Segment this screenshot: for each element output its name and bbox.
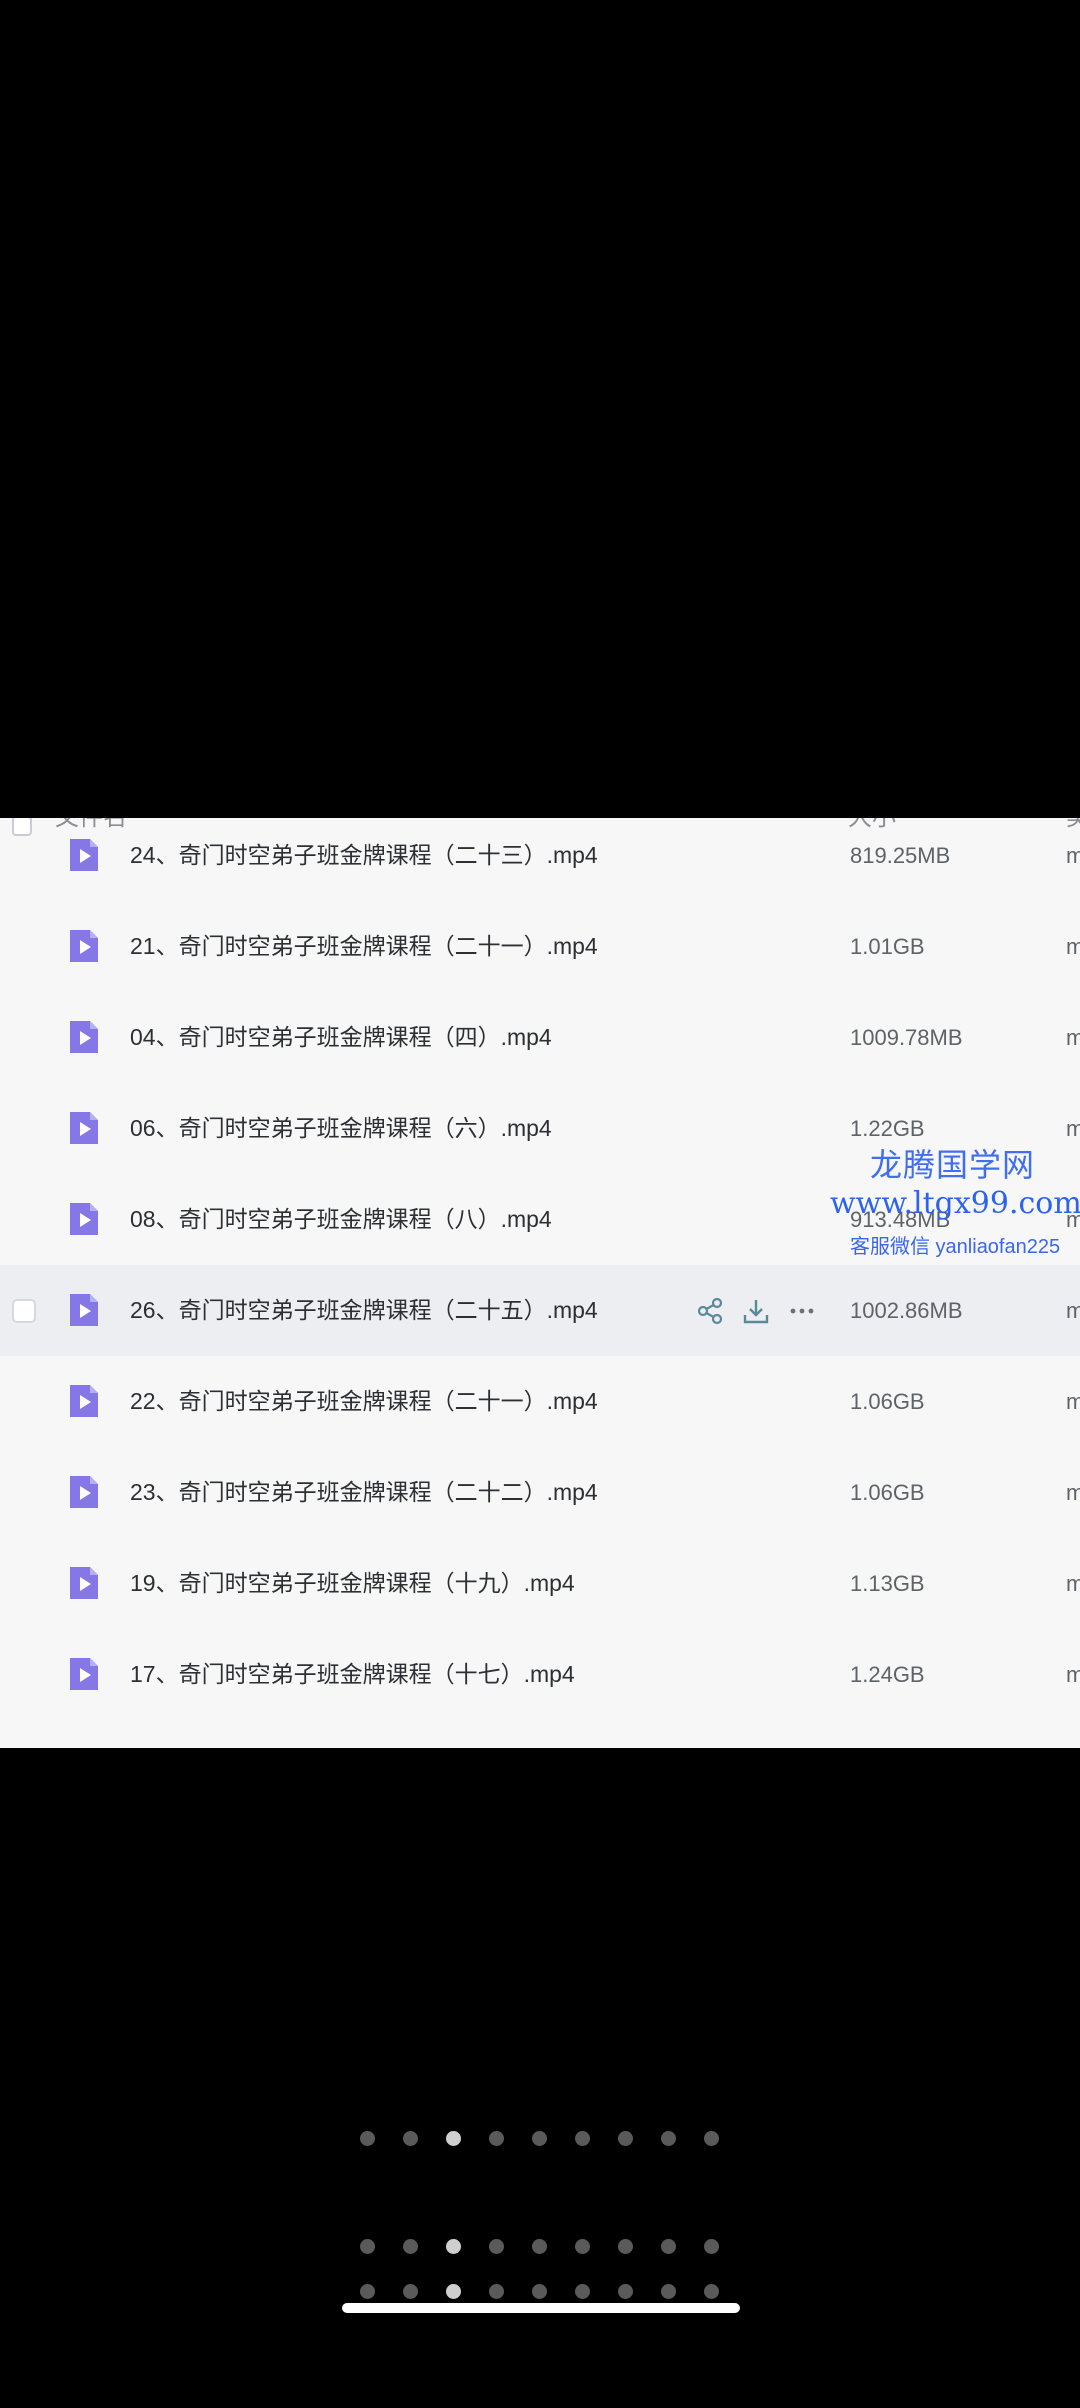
file-type-cell: m [1066, 1662, 1080, 1687]
page-dot[interactable] [661, 2284, 676, 2299]
file-size: 1009.78MB [850, 1025, 963, 1050]
page-dot[interactable] [360, 2131, 375, 2146]
page-dot[interactable] [403, 2131, 418, 2146]
page-dot[interactable] [489, 2131, 504, 2146]
more-icon[interactable] [786, 1295, 818, 1327]
file-name[interactable]: 08、奇门时空弟子班金牌课程（八）.mp4 [130, 1174, 552, 1265]
file-type-cell: m [1066, 1025, 1080, 1050]
file-type-cell: m [1066, 843, 1080, 868]
file-list-panel: 文件名 大小 类 24、奇门时空弟子班金牌课程（二十三）.mp4819.25MB… [0, 818, 1080, 1748]
page-dot[interactable] [403, 2284, 418, 2299]
page-dot[interactable] [446, 2284, 461, 2299]
video-file-icon [70, 1112, 98, 1144]
page-dot[interactable] [618, 2284, 633, 2299]
file-row[interactable]: 26、奇门时空弟子班金牌课程（二十五）.mp4 1002.86MB m [0, 1265, 1080, 1356]
video-file-icon [70, 1476, 98, 1508]
file-type-cell: m [1066, 1116, 1080, 1141]
file-name[interactable]: 21、奇门时空弟子班金牌课程（二十一）.mp4 [130, 901, 598, 992]
file-size: 1.06GB [850, 1389, 925, 1414]
page-dot[interactable] [446, 2239, 461, 2254]
video-file-icon [70, 930, 98, 962]
page-dot[interactable] [618, 2131, 633, 2146]
file-row[interactable]: 22、奇门时空弟子班金牌课程（二十一）.mp4 1.06GB m [0, 1356, 1080, 1447]
page-dot[interactable] [532, 2284, 547, 2299]
video-file-icon [70, 1294, 98, 1326]
file-row[interactable]: 24、奇门时空弟子班金牌课程（二十三）.mp4 819.25MB m [0, 818, 1080, 901]
file-type-cell: m [1066, 1207, 1080, 1232]
file-name[interactable]: 26、奇门时空弟子班金牌课程（二十五）.mp4 [130, 1265, 598, 1356]
file-type-cell: m [1066, 934, 1080, 959]
page-dot[interactable] [360, 2284, 375, 2299]
page-dot[interactable] [532, 2239, 547, 2254]
file-row[interactable]: 17、奇门时空弟子班金牌课程（十七）.mp4 1.24GB m [0, 1629, 1080, 1720]
page-dot[interactable] [575, 2131, 590, 2146]
page-indicator [0, 2131, 1080, 2147]
file-type-cell: m [1066, 1298, 1080, 1323]
file-row[interactable]: 06、奇门时空弟子班金牌课程（六）.mp4 1.22GB m [0, 1083, 1080, 1174]
file-size: 913.48MB [850, 1207, 951, 1232]
file-row[interactable]: 04、奇门时空弟子班金牌课程（四）.mp4 1009.78MB m [0, 992, 1080, 1083]
page-dot[interactable] [704, 2131, 719, 2146]
page-dot[interactable] [446, 2131, 461, 2146]
file-size: 1.06GB [850, 1480, 925, 1505]
file-size: 819.25MB [850, 843, 951, 868]
file-type-cell: m [1066, 1571, 1080, 1596]
download-icon[interactable] [740, 1295, 772, 1327]
page-indicator [0, 2239, 1080, 2255]
file-size: 1.13GB [850, 1571, 925, 1596]
row-checkbox[interactable] [12, 1299, 36, 1323]
video-file-icon [70, 1021, 98, 1053]
page-dot[interactable] [532, 2131, 547, 2146]
page-dot[interactable] [575, 2239, 590, 2254]
file-name[interactable]: 04、奇门时空弟子班金牌课程（四）.mp4 [130, 992, 552, 1083]
video-file-icon [70, 839, 98, 871]
video-file-icon [70, 1203, 98, 1235]
file-size: 1.01GB [850, 934, 925, 959]
file-name[interactable]: 22、奇门时空弟子班金牌课程（二十一）.mp4 [130, 1356, 598, 1447]
file-name[interactable]: 24、奇门时空弟子班金牌课程（二十三）.mp4 [130, 818, 598, 901]
page-dot[interactable] [704, 2239, 719, 2254]
file-row[interactable]: 21、奇门时空弟子班金牌课程（二十一）.mp4 1.01GB m [0, 901, 1080, 992]
share-icon[interactable] [694, 1295, 726, 1327]
file-row[interactable]: 08、奇门时空弟子班金牌课程（八）.mp4 913.48MB m [0, 1174, 1080, 1265]
page-dot[interactable] [489, 2284, 504, 2299]
page-dot[interactable] [360, 2239, 375, 2254]
page-dot[interactable] [661, 2239, 676, 2254]
page-indicator [0, 2284, 1080, 2300]
file-name[interactable]: 06、奇门时空弟子班金牌课程（六）.mp4 [130, 1083, 552, 1174]
page-dot[interactable] [575, 2284, 590, 2299]
home-indicator[interactable] [342, 2303, 740, 2313]
file-row[interactable]: 23、奇门时空弟子班金牌课程（二十二）.mp4 1.06GB m [0, 1447, 1080, 1538]
file-size: 1.22GB [850, 1116, 925, 1141]
file-name[interactable]: 23、奇门时空弟子班金牌课程（二十二）.mp4 [130, 1447, 598, 1538]
video-file-icon [70, 1658, 98, 1690]
video-file-icon [70, 1385, 98, 1417]
page-dot[interactable] [618, 2239, 633, 2254]
file-size: 1.24GB [850, 1662, 925, 1687]
file-name[interactable]: 19、奇门时空弟子班金牌课程（十九）.mp4 [130, 1538, 575, 1629]
page-dot[interactable] [403, 2239, 418, 2254]
file-name[interactable]: 17、奇门时空弟子班金牌课程（十七）.mp4 [130, 1629, 575, 1720]
video-file-icon [70, 1567, 98, 1599]
file-row[interactable]: 19、奇门时空弟子班金牌课程（十九）.mp4 1.13GB m [0, 1538, 1080, 1629]
file-size: 1002.86MB [850, 1298, 963, 1323]
page-dot[interactable] [704, 2284, 719, 2299]
page-dot[interactable] [661, 2131, 676, 2146]
page-dot[interactable] [489, 2239, 504, 2254]
file-type-cell: m [1066, 1480, 1080, 1505]
file-type-cell: m [1066, 1389, 1080, 1414]
